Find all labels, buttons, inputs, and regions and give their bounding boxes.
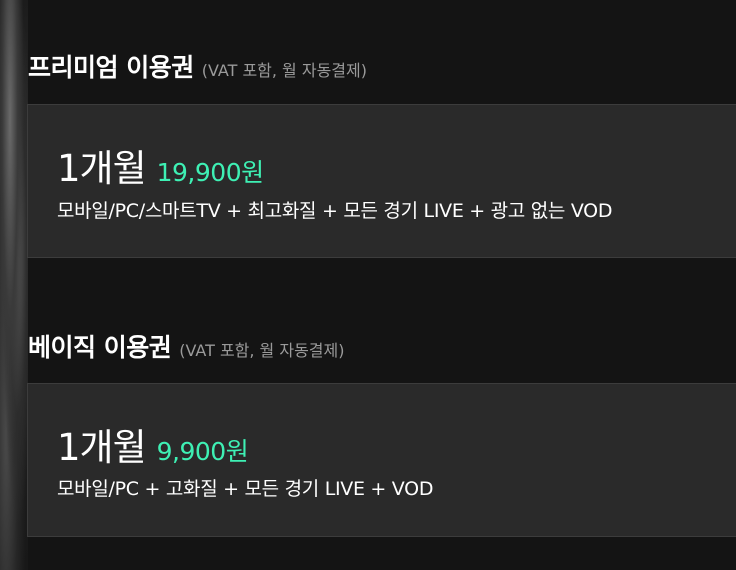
premium-section-heading: 프리미엄 이용권 (VAT 포함, 월 자동결제) bbox=[28, 48, 367, 84]
basic-section-note: (VAT 포함, 월 자동결제) bbox=[179, 341, 345, 360]
basic-plan-features: 모바일/PC + 고화질 + 모든 경기 LIVE + VOD bbox=[57, 478, 434, 500]
premium-section-note: (VAT 포함, 월 자동결제) bbox=[201, 61, 367, 80]
background-photo bbox=[0, 0, 28, 570]
basic-plan-price-row: 1개월 9,900원 bbox=[57, 417, 249, 471]
basic-plan-price: 9,900원 bbox=[156, 437, 249, 466]
basic-section-title: 베이직 이용권 bbox=[28, 333, 172, 362]
basic-section-heading: 베이직 이용권 (VAT 포함, 월 자동결제) bbox=[28, 328, 345, 364]
premium-plan-price-row: 1개월 19,900원 bbox=[57, 138, 264, 192]
premium-section-title: 프리미엄 이용권 bbox=[28, 53, 194, 82]
subscription-page: 프리미엄 이용권 (VAT 포함, 월 자동결제) 1개월 19,900원 모바… bbox=[0, 0, 736, 570]
basic-plan-duration: 1개월 bbox=[57, 426, 147, 469]
premium-plan-card[interactable]: 1개월 19,900원 모바일/PC/스마트TV + 최고화질 + 모든 경기 … bbox=[27, 104, 736, 258]
premium-plan-features: 모바일/PC/스마트TV + 최고화질 + 모든 경기 LIVE + 광고 없는… bbox=[57, 200, 613, 222]
basic-plan-card[interactable]: 1개월 9,900원 모바일/PC + 고화질 + 모든 경기 LIVE + V… bbox=[27, 383, 736, 537]
premium-plan-price: 19,900원 bbox=[156, 158, 264, 187]
premium-plan-duration: 1개월 bbox=[57, 147, 147, 190]
